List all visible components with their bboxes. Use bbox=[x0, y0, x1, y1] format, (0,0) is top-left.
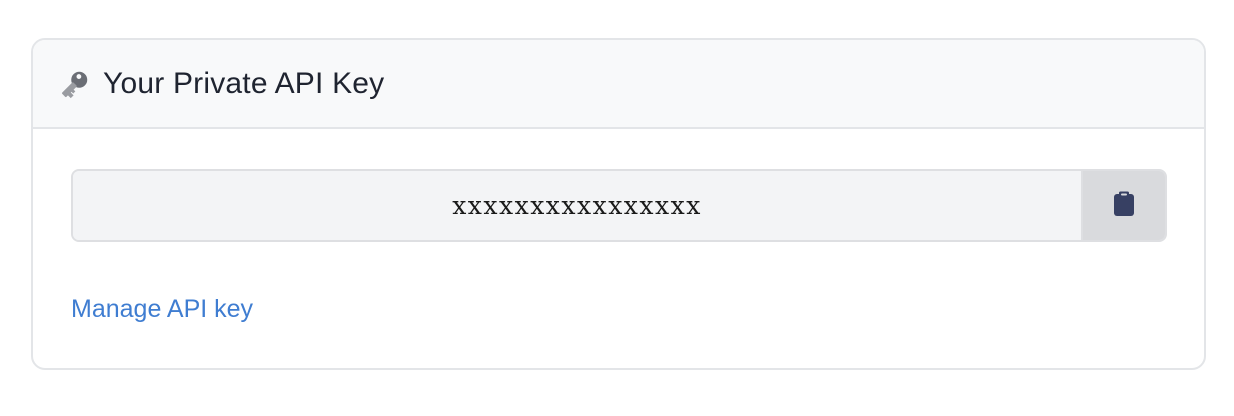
card-header: Your Private API Key bbox=[33, 40, 1204, 129]
api-key-card: Your Private API Key Manage API key bbox=[31, 38, 1206, 370]
card-body: Manage API key bbox=[33, 129, 1204, 368]
clipboard-icon bbox=[1113, 191, 1135, 220]
api-key-field bbox=[71, 169, 1167, 242]
manage-api-key-link[interactable]: Manage API key bbox=[71, 295, 253, 324]
api-key-input[interactable] bbox=[73, 171, 1081, 240]
copy-button[interactable] bbox=[1081, 171, 1165, 240]
key-icon bbox=[57, 66, 93, 102]
card-title: Your Private API Key bbox=[103, 66, 385, 100]
